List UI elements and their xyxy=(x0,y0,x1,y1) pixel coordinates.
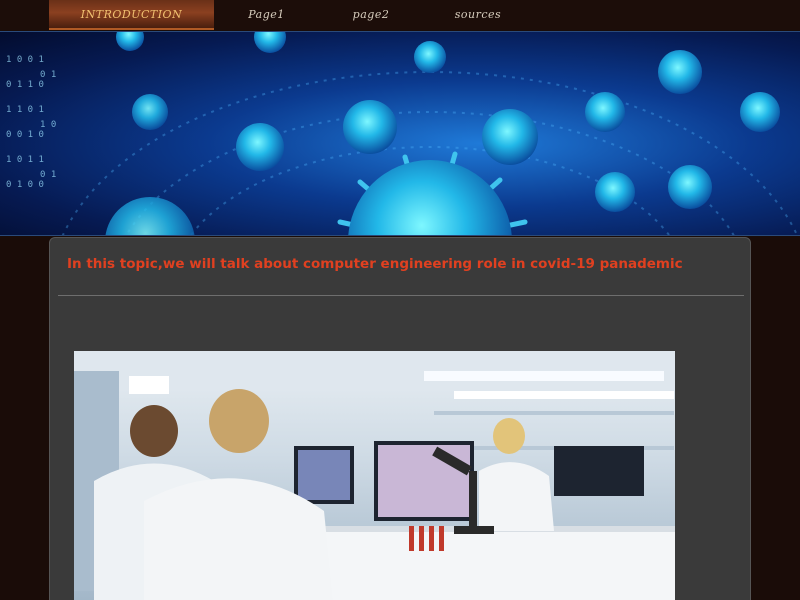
nav-introduction[interactable]: INTRODUCTION xyxy=(49,0,214,30)
svg-text:0 0 1 0: 0 0 1 0 xyxy=(6,130,44,140)
coronavirus-banner-image: 1 0 0 10 1 1 01 1 0 1 0 0 1 01 0 1 10 1 … xyxy=(0,31,800,236)
svg-text:0 1: 0 1 xyxy=(40,70,56,80)
virus-particles xyxy=(105,32,780,235)
svg-text:1 1 0 1: 1 1 0 1 xyxy=(6,105,44,115)
svg-text:1 0 0 1: 1 0 0 1 xyxy=(6,55,44,65)
page-title: In this topic,we will talk about compute… xyxy=(67,256,683,272)
svg-text:0 1: 0 1 xyxy=(40,170,56,180)
top-nav: INTRODUCTION Page1 page2 sources xyxy=(0,0,800,30)
svg-text:0 1 0 0: 0 1 0 0 xyxy=(6,180,44,190)
nav-page1[interactable]: Page1 xyxy=(214,0,319,30)
content-panel: In this topic,we will talk about compute… xyxy=(49,237,751,600)
virus-illustration: 1 0 0 10 1 1 01 1 0 1 0 0 1 01 0 1 10 1 … xyxy=(6,32,799,235)
laboratory-photo xyxy=(74,351,675,600)
svg-text:1 0 1 1: 1 0 1 1 xyxy=(6,155,44,165)
nav-page2[interactable]: page2 xyxy=(319,0,423,30)
svg-text:0 1 1 0: 0 1 1 0 xyxy=(6,80,44,90)
divider xyxy=(58,295,744,296)
nav-sources[interactable]: sources xyxy=(423,0,533,30)
lab-illustration xyxy=(74,351,675,600)
svg-text:1 0: 1 0 xyxy=(40,120,56,130)
